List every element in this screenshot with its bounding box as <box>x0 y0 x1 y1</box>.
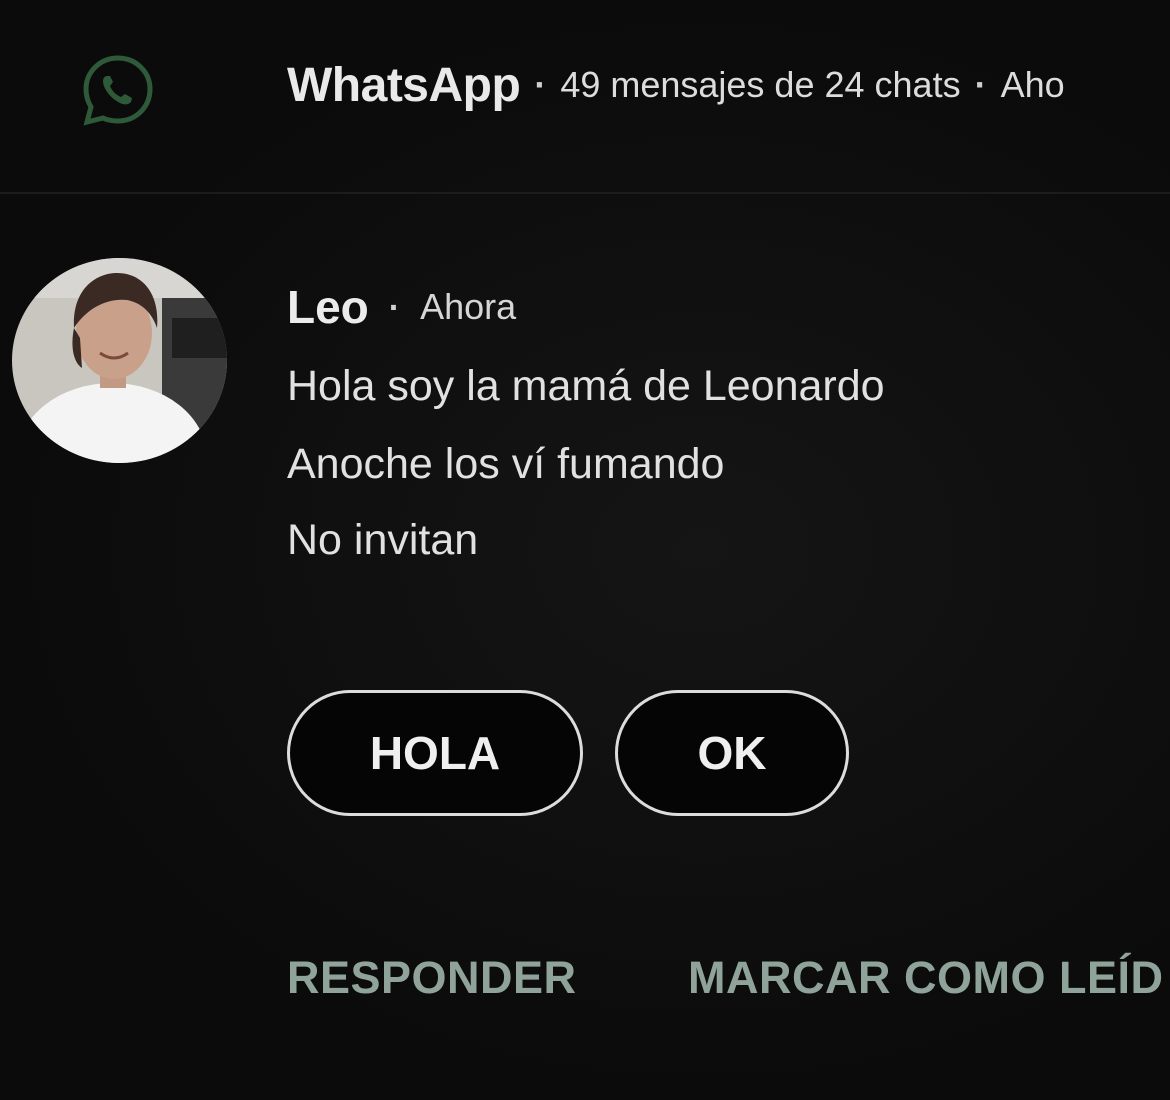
message-time: Ahora <box>420 286 517 327</box>
mark-as-read-button[interactable]: MARCAR COMO LEÍD <box>688 952 1163 1004</box>
whatsapp-icon <box>83 55 153 126</box>
notification-header: WhatsApp · 49 mensajes de 24 chats · Aho <box>0 0 1170 190</box>
sender-name: Leo <box>287 281 369 333</box>
quick-reply-hola-button[interactable]: HOLA <box>287 690 583 816</box>
header-separator-2: · <box>974 64 987 105</box>
avatar <box>12 258 227 463</box>
sender-separator: · <box>388 289 401 327</box>
header-text: WhatsApp · 49 mensajes de 24 chats · Aho <box>287 58 1065 113</box>
reply-button[interactable]: RESPONDER <box>287 952 577 1004</box>
message-line: No invitan <box>287 516 479 564</box>
avatar-photo <box>12 258 227 463</box>
quick-reply-ok-button[interactable]: OK <box>615 690 849 816</box>
message-summary: 49 mensajes de 24 chats <box>560 64 961 105</box>
header-divider <box>0 192 1170 194</box>
header-separator: · <box>534 64 547 105</box>
message-line: Anoche los ví fumando <box>287 440 725 488</box>
sender-line: Leo · Ahora <box>287 280 516 334</box>
whatsapp-notification[interactable]: WhatsApp · 49 mensajes de 24 chats · Aho Leo… <box>0 0 1170 1100</box>
header-time: Aho <box>1000 64 1065 105</box>
message-line: Hola soy la mamá de Leonardo <box>287 362 885 410</box>
app-name: WhatsApp <box>287 59 521 112</box>
